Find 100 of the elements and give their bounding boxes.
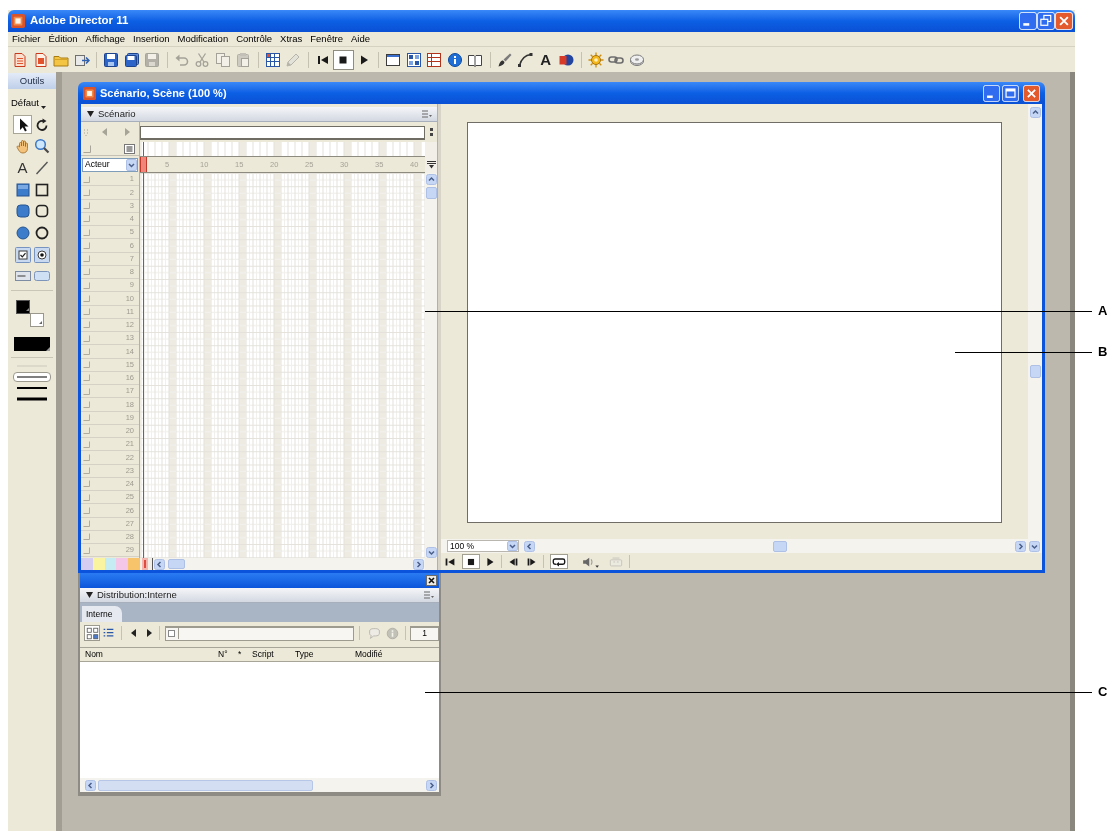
- column-header[interactable]: N°: [218, 650, 238, 659]
- scroll-down-icon[interactable]: [425, 547, 437, 558]
- menu-item[interactable]: Affichage: [84, 34, 127, 44]
- circle-icon: [33, 224, 50, 241]
- scroll-up-icon[interactable]: [1029, 107, 1041, 118]
- playhead-marker[interactable]: [140, 157, 147, 172]
- column-header[interactable]: Type: [295, 650, 355, 659]
- member-name-field[interactable]: [165, 625, 354, 641]
- menu-item[interactable]: Modification: [176, 34, 230, 44]
- close-icon[interactable]: [426, 575, 437, 586]
- previous-icon[interactable]: [129, 628, 137, 638]
- tool-button[interactable]: [13, 115, 32, 134]
- vertical-scrollbar[interactable]: [425, 173, 437, 558]
- minimize-icon[interactable]: [983, 84, 1000, 102]
- hand-icon: [14, 138, 31, 155]
- menu-item[interactable]: Aide: [350, 34, 372, 44]
- maximize-icon[interactable]: [1002, 84, 1019, 102]
- paste-icon: [235, 51, 252, 68]
- scroll-thumb[interactable]: [773, 540, 787, 552]
- chevron-down-icon: [507, 541, 518, 551]
- color-chips-icon[interactable]: [16, 299, 45, 328]
- line-icon: [33, 159, 50, 176]
- color-swatch-icon[interactable]: [116, 558, 129, 570]
- horizontal-scrollbar[interactable]: [80, 778, 439, 792]
- info-icon: [385, 626, 399, 640]
- menu-item[interactable]: Insertion: [132, 34, 171, 44]
- scroll-right-icon[interactable]: [426, 779, 437, 791]
- color-swatch-icon[interactable]: [81, 558, 93, 570]
- rectangle-icon: [33, 181, 50, 198]
- column-header[interactable]: Modifié: [355, 650, 439, 659]
- member-type-icon: [168, 630, 175, 637]
- page-number-field[interactable]: 1: [410, 625, 439, 641]
- menu-item[interactable]: Édition: [47, 34, 79, 44]
- radio-button-icon: [33, 246, 50, 263]
- options-menu-icon[interactable]: [424, 590, 434, 600]
- column-header[interactable]: Nom: [80, 650, 218, 659]
- channel-toggle-icon[interactable]: [83, 144, 91, 153]
- marker-icon[interactable]: [142, 558, 148, 570]
- restore-icon[interactable]: [1037, 12, 1055, 30]
- previous-marker-icon[interactable]: [102, 128, 108, 136]
- tool-button[interactable]: A: [13, 158, 32, 178]
- window-title: Scénario, Scène (100 %): [100, 85, 227, 101]
- scroll-right-icon[interactable]: [413, 558, 424, 570]
- disc-icon: [628, 51, 645, 68]
- menu-item[interactable]: Contrôle: [235, 34, 274, 44]
- marker-label-field[interactable]: [140, 126, 425, 140]
- options-menu-icon[interactable]: [422, 109, 432, 119]
- column-header[interactable]: Script: [252, 650, 295, 659]
- member-dropdown[interactable]: Acteur: [82, 157, 138, 172]
- scroll-thumb[interactable]: [168, 559, 185, 569]
- script-channel-icon: [124, 143, 135, 154]
- next-marker-icon[interactable]: [124, 128, 130, 136]
- column-header[interactable]: *: [238, 650, 252, 659]
- info-icon: [446, 51, 463, 68]
- menu-item[interactable]: Fichier: [11, 34, 42, 44]
- speech-bubble-icon: [367, 626, 381, 640]
- scroll-thumb[interactable]: [1029, 365, 1041, 378]
- menu-item[interactable]: Fenêtre: [309, 34, 345, 44]
- scroll-left-icon[interactable]: [85, 779, 96, 791]
- zoom-dropdown[interactable]: 100 %: [447, 540, 519, 552]
- scroll-down-icon[interactable]: [1029, 540, 1040, 552]
- menu-item[interactable]: Xtras: [279, 34, 304, 44]
- tab[interactable]: Interne: [82, 606, 123, 622]
- scroll-left-icon[interactable]: [524, 540, 535, 552]
- save-icon: [123, 51, 140, 68]
- copy-icon: [214, 51, 231, 68]
- next-icon[interactable]: [146, 628, 154, 638]
- toolbar-button[interactable]: [333, 49, 354, 70]
- ruler-menu-icon[interactable]: [426, 160, 436, 169]
- preset-dropdown[interactable]: Défaut: [8, 95, 54, 111]
- scroll-thumb[interactable]: [98, 779, 313, 791]
- panel-title: Distribution:Interne: [97, 590, 177, 600]
- tool-button[interactable]: [32, 245, 51, 265]
- pattern-swatch-icon[interactable]: [14, 336, 50, 351]
- filled-circle-icon: [14, 224, 31, 241]
- magnifier-icon: [33, 138, 50, 155]
- playback-button[interactable]: [550, 554, 568, 569]
- horizontal-scrollbar[interactable]: [153, 558, 425, 570]
- color-swatch-icon[interactable]: [128, 558, 140, 570]
- minimize-icon[interactable]: [1019, 12, 1037, 30]
- scroll-thumb[interactable]: [425, 187, 437, 199]
- sun-icon: [587, 51, 604, 68]
- grid-icon: [426, 51, 443, 68]
- collapse-triangle-icon[interactable]: [86, 592, 93, 598]
- marker-menu-icon[interactable]: [84, 128, 89, 136]
- filled-rectangle-icon: [14, 181, 31, 198]
- view-button[interactable]: [84, 625, 100, 641]
- vertical-scrollbar[interactable]: [1028, 104, 1042, 539]
- app-icon: [11, 14, 25, 28]
- scroll-left-icon[interactable]: [154, 558, 165, 570]
- resize-handle-icon[interactable]: [429, 128, 433, 136]
- scroll-right-icon[interactable]: [1015, 540, 1026, 552]
- collapse-triangle-icon[interactable]: [87, 111, 94, 117]
- checkbox-icon: [14, 246, 31, 263]
- document-icon: [12, 51, 29, 68]
- window-icon: [385, 51, 402, 68]
- toolbar-button[interactable]: A: [535, 49, 556, 70]
- scroll-up-icon[interactable]: [425, 174, 437, 185]
- playback-button[interactable]: [462, 554, 480, 569]
- save-icon: [103, 51, 120, 68]
